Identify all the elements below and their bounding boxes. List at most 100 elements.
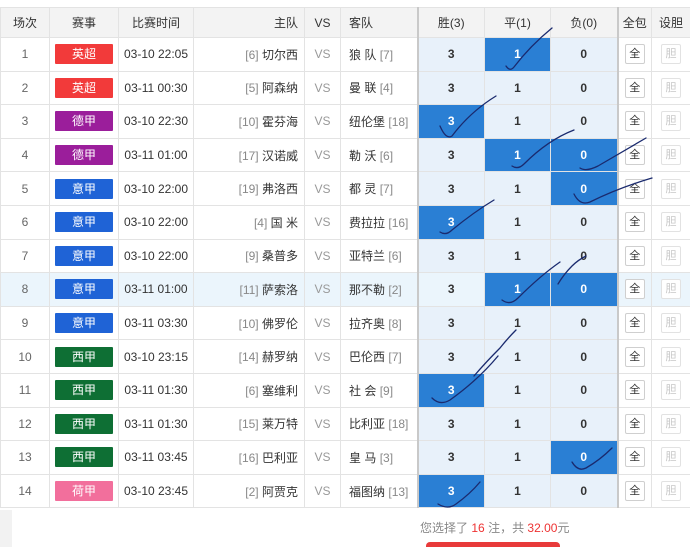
select-all-button[interactable]: 全 [624,481,645,502]
header-league: 赛事 [49,7,119,38]
odds-lose-cell[interactable]: 0 [550,305,618,341]
home-team: 赫罗纳 [261,350,298,365]
set-banker-button[interactable]: 胆 [661,212,681,233]
select-all-button[interactable]: 全 [624,245,645,266]
odds-draw-cell[interactable]: 1 [484,440,551,475]
odds-lose-cell[interactable]: 0 [550,473,618,509]
odds-win-cell[interactable]: 3 [416,406,485,442]
home-team-cell: [5] 阿森纳 [193,70,305,106]
odds-draw-cell[interactable]: 1 [484,272,551,307]
select-all-button[interactable]: 全 [624,44,645,65]
odds-lose-cell[interactable]: 0 [550,137,618,173]
set-banker-button[interactable]: 胆 [661,346,681,367]
odds-win-cell[interactable]: 3 [416,372,485,408]
odds-lose-cell[interactable]: 0 [550,37,618,72]
odds-lose-cell[interactable]: 0 [550,406,618,442]
match-time: 03-10 23:45 [118,473,194,509]
set-banker-button[interactable]: 胆 [661,380,681,401]
vs-label: VS [304,37,341,72]
odds-win-cell[interactable]: 3 [416,137,485,173]
select-all-button[interactable]: 全 [624,313,645,334]
all-cell: 全 [616,372,652,408]
select-all-button[interactable]: 全 [624,380,645,401]
odds-draw-cell[interactable]: 1 [484,171,551,206]
select-all-button[interactable]: 全 [624,178,645,199]
odds-draw-cell[interactable]: 1 [484,406,551,442]
away-team-cell: 勒 沃 [6] [340,137,418,173]
odds-win-cell[interactable]: 3 [416,37,485,72]
odds-lose-cell[interactable]: 0 [550,339,618,374]
odds-win-cell[interactable]: 3 [416,473,485,509]
match-table: 场次 赛事 比赛时间 主队 VS 客队 胜(3) 平(1) 负(0) 全包 设胆… [0,7,690,509]
odds-draw-cell[interactable]: 1 [484,339,551,374]
home-team-cell: [6] 塞维利 [193,372,305,408]
away-team: 比利亚 [349,417,386,432]
odds-draw-cell[interactable]: 1 [484,204,551,240]
select-all-button[interactable]: 全 [624,447,645,468]
select-all-button[interactable]: 全 [624,346,645,367]
odds-win-cell[interactable]: 3 [416,104,485,139]
odds-win-cell[interactable]: 3 [416,204,485,240]
all-cell: 全 [616,171,652,206]
odds-draw-cell[interactable]: 1 [484,238,551,274]
odds-draw-cell[interactable]: 1 [484,70,551,106]
odds-lose-cell[interactable]: 0 [550,440,618,475]
set-banker-button[interactable]: 胆 [661,111,681,132]
odds-win-cell[interactable]: 3 [416,272,485,307]
set-banker-button[interactable]: 胆 [661,77,681,98]
set-banker-button[interactable]: 胆 [661,481,681,502]
odds-win-cell[interactable]: 3 [416,305,485,341]
away-rank: [6] [388,249,402,264]
dan-cell: 胆 [651,372,690,408]
league-cell: 意甲 [49,238,119,274]
table-row: 7 意甲 03-10 22:00 [9] 桑普多 VS 亚特兰 [6] 3 1 0 全胆 [0,238,690,274]
odds-draw-cell[interactable]: 1 [484,372,551,408]
odds-lose-cell[interactable]: 0 [550,171,618,206]
league-cell: 西甲 [49,372,119,408]
odds-win-cell[interactable]: 3 [416,238,485,274]
odds-draw-cell[interactable]: 1 [484,137,551,173]
select-all-button[interactable]: 全 [624,111,645,132]
odds-win-cell[interactable]: 3 [416,70,485,106]
home-team: 切尔西 [261,47,298,62]
table-row: 3 德甲 03-10 22:30 [10] 霍芬海 VS 纽伦堡 [18] 3 1 0 全胆 [0,104,690,139]
odds-win-cell[interactable]: 3 [416,339,485,374]
odds-lose-cell[interactable]: 0 [550,70,618,106]
odds-lose-cell[interactable]: 0 [550,372,618,408]
set-banker-button[interactable]: 胆 [661,313,681,334]
match-time: 03-11 01:30 [118,406,194,442]
odds-draw-cell[interactable]: 1 [484,305,551,341]
set-banker-button[interactable]: 胆 [661,413,681,434]
away-rank: [6] [379,148,394,163]
odds-win-cell[interactable]: 3 [416,440,485,475]
select-all-button[interactable]: 全 [624,145,645,166]
odds-draw-cell[interactable]: 1 [484,473,551,509]
select-all-button[interactable]: 全 [624,279,645,300]
league-badge: 德甲 [55,111,113,132]
league-cell: 荷甲 [49,473,119,509]
submit-button[interactable] [426,542,560,547]
home-team: 阿森纳 [261,81,298,96]
set-banker-button[interactable]: 胆 [661,279,681,300]
table-row: 9 意甲 03-11 03:30 [10] 佛罗伦 VS 拉齐奥 [8] 3 1 0 全胆 [0,305,690,341]
select-all-button[interactable]: 全 [624,212,645,233]
set-banker-button[interactable]: 胆 [661,447,681,468]
all-cell: 全 [616,473,652,509]
set-banker-button[interactable]: 胆 [661,145,681,166]
set-banker-button[interactable]: 胆 [661,44,681,65]
set-banker-button[interactable]: 胆 [661,245,681,266]
set-banker-button[interactable]: 胆 [661,178,681,199]
odds-draw-cell[interactable]: 1 [484,37,551,72]
all-cell: 全 [616,104,652,139]
odds-draw-cell[interactable]: 1 [484,104,551,139]
select-all-button[interactable]: 全 [624,77,645,98]
odds-lose-cell[interactable]: 0 [550,204,618,240]
home-team: 国 米 [270,215,298,230]
odds-win-cell[interactable]: 3 [416,171,485,206]
select-all-button[interactable]: 全 [624,413,645,434]
odds-lose-cell[interactable]: 0 [550,238,618,274]
match-time: 03-11 01:00 [118,272,194,307]
odds-lose-cell[interactable]: 0 [550,104,618,139]
home-team-cell: [10] 佛罗伦 [193,305,305,341]
odds-lose-cell[interactable]: 0 [550,272,618,307]
